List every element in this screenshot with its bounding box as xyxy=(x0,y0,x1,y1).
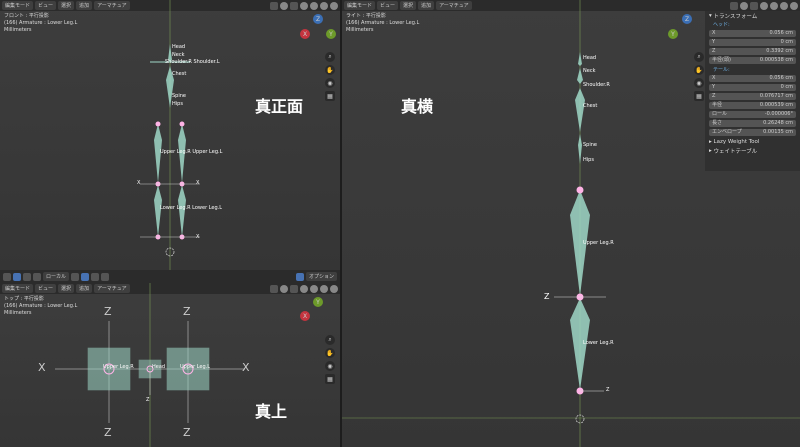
tail-radius-field[interactable]: 半径 0.000539 cm xyxy=(709,101,796,109)
front-armature xyxy=(140,0,200,270)
axis-z-label: Z xyxy=(183,305,191,318)
envelope-field[interactable]: エンベロープ 0.00135 cm xyxy=(709,128,796,136)
top-viewport[interactable]: 編集モード ビュー 選択 追加 アーマチュア トップ : 平行投影 (166) … xyxy=(0,283,340,447)
camera-icon[interactable]: ◉ xyxy=(325,78,335,88)
snap-icon[interactable] xyxy=(81,272,90,281)
proportional-icon[interactable] xyxy=(101,272,110,281)
mirror-x-icon[interactable] xyxy=(295,272,304,281)
axis-z-label: Z xyxy=(104,426,112,439)
pivot-icon[interactable] xyxy=(71,272,80,281)
grid-icon[interactable]: ▦ xyxy=(694,91,704,101)
transform-pivot-icon[interactable] xyxy=(3,272,11,281)
tail-label: テール: xyxy=(713,66,730,73)
bone-label: Upper Leg.R xyxy=(583,240,614,246)
length-field[interactable]: 長さ 0.26248 cm xyxy=(709,119,796,127)
grid-icon[interactable]: ▦ xyxy=(325,91,335,101)
options-menu[interactable]: オプション xyxy=(305,272,337,281)
snap-target-icon[interactable] xyxy=(91,272,100,281)
orientation-select[interactable]: ローカル xyxy=(43,272,70,281)
axis-x-label: X xyxy=(137,180,141,186)
axis-x-label: X xyxy=(196,180,200,186)
axis-z-label: Z xyxy=(146,397,150,403)
head-radius-field[interactable]: 半径(頭) 0.000538 cm xyxy=(709,56,796,64)
bone-label: Upper Leg.R Upper Leg.L xyxy=(160,149,223,155)
axis-x-label: X xyxy=(38,361,46,374)
axis-z-label: Z xyxy=(544,292,550,301)
axis-x-label: X xyxy=(242,361,250,374)
front-viewport[interactable]: 編集モード ビュー 選択 追加 アーマチュア フロント : 平行投影 (166)… xyxy=(0,0,340,270)
bone-label: Shoulder.R xyxy=(583,82,610,88)
zoom-icon[interactable]: ⌕ xyxy=(325,52,335,62)
axis-x-label: X xyxy=(196,234,200,240)
viewport-toolbar: ローカル オプション xyxy=(0,270,340,283)
select-mode-icon[interactable] xyxy=(13,272,21,281)
bone-label: Upper Leg.R xyxy=(103,364,134,370)
roll-field[interactable]: ロール -0.000006° xyxy=(709,110,796,118)
select-subtract-icon[interactable] xyxy=(33,272,41,281)
bone-label: Head xyxy=(152,364,166,370)
bone-label: Chest xyxy=(172,71,187,77)
axis-z-label: Z xyxy=(606,387,610,393)
weight-table-section[interactable]: ▸ ウェイトテーブル xyxy=(705,146,800,155)
zoom-icon[interactable]: ⌕ xyxy=(694,52,704,62)
bone-label: Neck xyxy=(172,52,185,58)
head-x-field[interactable]: X 0.056 cm xyxy=(709,29,796,37)
pan-hand-icon[interactable]: ✋ xyxy=(325,348,335,358)
pan-hand-icon[interactable]: ✋ xyxy=(694,65,704,75)
tail-y-field[interactable]: Y0 cm xyxy=(709,83,796,91)
camera-icon[interactable]: ◉ xyxy=(325,361,335,371)
bone-label: Shoulder.R Shoulder.L xyxy=(165,59,220,65)
tail-z-field[interactable]: Z 0.076717 cm xyxy=(709,92,796,100)
head-label: ヘッド: xyxy=(713,21,730,28)
bone-label: Lower Leg.R xyxy=(583,340,614,346)
tail-x-field[interactable]: X 0.056 cm xyxy=(709,74,796,82)
axis-gizmo-y-icon[interactable]: Y xyxy=(668,29,678,39)
axis-gizmo-x-icon[interactable]: X xyxy=(300,311,310,321)
zoom-icon[interactable]: ⌕ xyxy=(325,335,335,345)
bone-label: Head xyxy=(583,55,597,61)
select-extend-icon[interactable] xyxy=(23,272,31,281)
top-armature xyxy=(55,283,245,447)
head-y-field[interactable]: Y0 cm xyxy=(709,38,796,46)
grid-icon[interactable]: ▦ xyxy=(325,374,335,384)
axis-gizmo-x-icon[interactable]: X xyxy=(300,29,310,39)
axis-gizmo-y-icon[interactable]: Y xyxy=(326,29,336,39)
camera-icon[interactable]: ◉ xyxy=(694,78,704,88)
axis-z-label: Z xyxy=(183,426,191,439)
bone-label: Spine xyxy=(583,142,597,148)
bone-label: Chest xyxy=(583,103,598,109)
axis-gizmo-z-icon[interactable]: Z xyxy=(682,14,692,24)
bone-label: Hips xyxy=(172,101,183,107)
bone-label: Upper Leg.L xyxy=(180,364,211,370)
bone-label: Hips xyxy=(583,157,594,163)
axis-gizmo-y-icon[interactable]: Y xyxy=(313,297,323,307)
bone-label: Spine xyxy=(172,93,186,99)
axis-z-label: Z xyxy=(104,305,112,318)
transform-section-header[interactable]: ▾ トランスフォーム xyxy=(705,11,800,20)
bone-label: Head xyxy=(172,44,186,50)
lazy-weight-section[interactable]: ▸ Lazy Weight Tool xyxy=(705,137,800,146)
pan-hand-icon[interactable]: ✋ xyxy=(325,65,335,75)
transform-panel: ▾ トランスフォーム ヘッド: X 0.056 cm Y0 cm Z 0.3392 … xyxy=(705,11,800,171)
head-z-field[interactable]: Z 0.3392 cm xyxy=(709,47,796,55)
bone-label: Lower Leg.R Lower Leg.L xyxy=(160,205,223,211)
bone-label: Neck xyxy=(583,68,596,74)
axis-gizmo-z-icon[interactable]: Z xyxy=(313,14,323,24)
